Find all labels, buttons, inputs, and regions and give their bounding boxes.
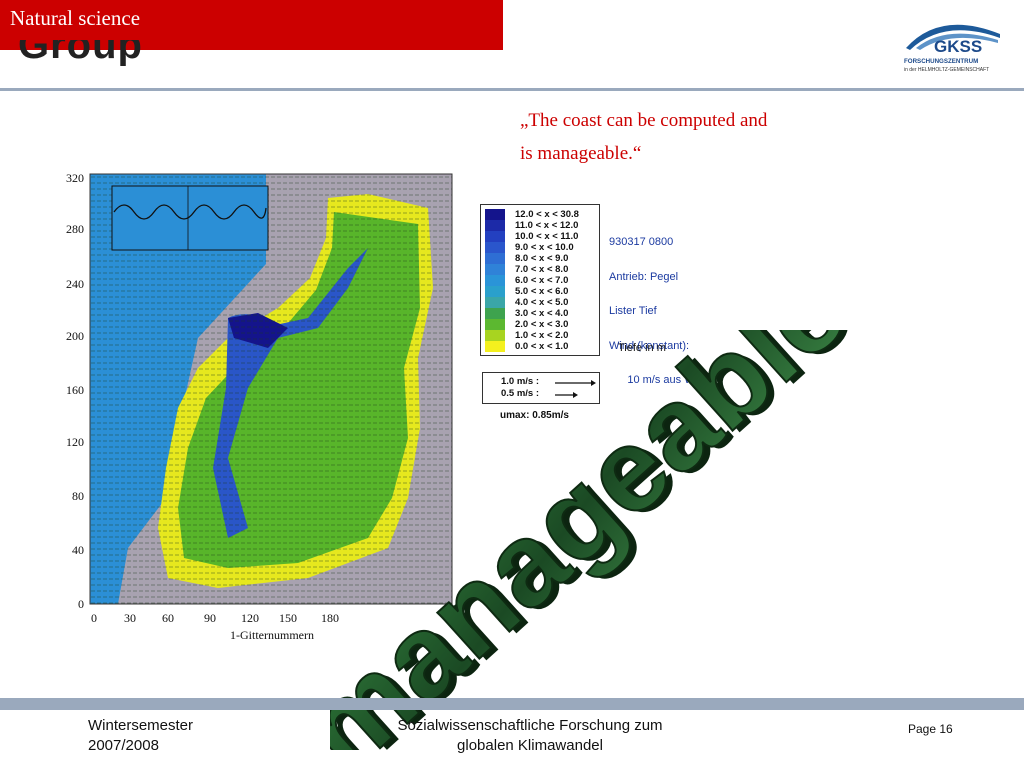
- x-tick-150: 150: [279, 611, 297, 625]
- info-line: Lister Tief: [609, 305, 657, 317]
- legend-swatch: [485, 209, 505, 220]
- legend-swatch: [485, 319, 505, 330]
- footer-semester: Wintersemester 2007/2008: [88, 716, 193, 756]
- y-tick-200: 200: [66, 329, 84, 343]
- ghost-heading: Group: [18, 40, 143, 66]
- footer-course-line1: Sozialwissenschaftliche Forschung zum: [397, 717, 663, 734]
- info-line: 930317 0800: [609, 236, 674, 248]
- page-number: Page 16: [908, 722, 953, 736]
- footer-divider: [0, 698, 1024, 710]
- y-tick-280: 280: [66, 222, 84, 236]
- y-tick-160: 160: [66, 383, 84, 397]
- legend-swatch: [485, 220, 505, 231]
- x-tick-0: 0: [91, 611, 97, 625]
- y-tick-320: 320: [66, 171, 84, 185]
- y-tick-240: 240: [66, 277, 84, 291]
- x-tick-90: 90: [204, 611, 216, 625]
- y-tick-120: 120: [66, 435, 84, 449]
- header-divider: [0, 88, 1024, 91]
- legend-row: 8.0 < x < 9.0: [485, 253, 595, 264]
- gkss-logo: GKSS FORSCHUNGSZENTRUM in der HELMHOLTZ-…: [904, 24, 1000, 73]
- banner-title: Natural science: [10, 6, 141, 30]
- quote-text: „The coast can be computed and is manage…: [520, 104, 767, 170]
- legend-swatch: [485, 264, 505, 275]
- y-tick-80: 80: [72, 489, 84, 503]
- legend-swatch: [485, 253, 505, 264]
- y-tick-0: 0: [78, 597, 84, 611]
- footer-course-line2: globalen Klimawandel: [457, 737, 603, 754]
- manageable-wordart: manageable manageable: [330, 330, 878, 750]
- quote-line-2: is manageable.“: [520, 143, 642, 164]
- quote-line-1: „The coast can be computed and: [520, 110, 768, 131]
- legend-row: 9.0 < x < 10.0: [485, 242, 595, 253]
- legend-swatch: [485, 231, 505, 242]
- logo-line1: FORSCHUNGSZENTRUM: [904, 58, 978, 65]
- footer-course-title: Sozialwissenschaftliche Forschung zum gl…: [340, 716, 720, 756]
- x-tick-30: 30: [124, 611, 136, 625]
- tide-inset: [111, 185, 269, 251]
- y-tick-40: 40: [72, 543, 84, 557]
- logo-name: GKSS: [934, 37, 982, 56]
- legend-swatch: [485, 286, 505, 297]
- legend-swatch: [485, 308, 505, 319]
- x-tick-120: 120: [241, 611, 259, 625]
- info-line: Antrieb: Pegel: [609, 270, 679, 283]
- logo-line2: in der HELMHOLTZ-GEMEINSCHAFT: [904, 67, 989, 73]
- legend-swatch: [485, 242, 505, 253]
- x-axis-label: 1-Gitternummern: [230, 628, 314, 642]
- footer-semester-line1: Wintersemester: [88, 717, 194, 734]
- legend-row: 10.0 < x < 11.0: [485, 231, 595, 242]
- legend-row: 11.0 < x < 12.0: [485, 220, 595, 231]
- legend-row: 6.0 < x < 7.0: [485, 275, 595, 286]
- legend-swatch: [485, 297, 505, 308]
- legend-row: 3.0 < x < 4.0: [485, 308, 595, 319]
- legend-row: 2.0 < x < 3.0: [485, 319, 595, 330]
- legend-swatch: [485, 275, 505, 286]
- legend-row: 4.0 < x < 5.0: [485, 297, 595, 308]
- x-tick-60: 60: [162, 611, 174, 625]
- legend-row: 7.0 < x < 8.0: [485, 264, 595, 275]
- wordart-text: manageable: [330, 330, 871, 750]
- legend-row: 5.0 < x < 6.0: [485, 286, 595, 297]
- footer-semester-line2: 2007/2008: [88, 737, 159, 754]
- legend-row: 12.0 < x < 30.8: [485, 209, 595, 220]
